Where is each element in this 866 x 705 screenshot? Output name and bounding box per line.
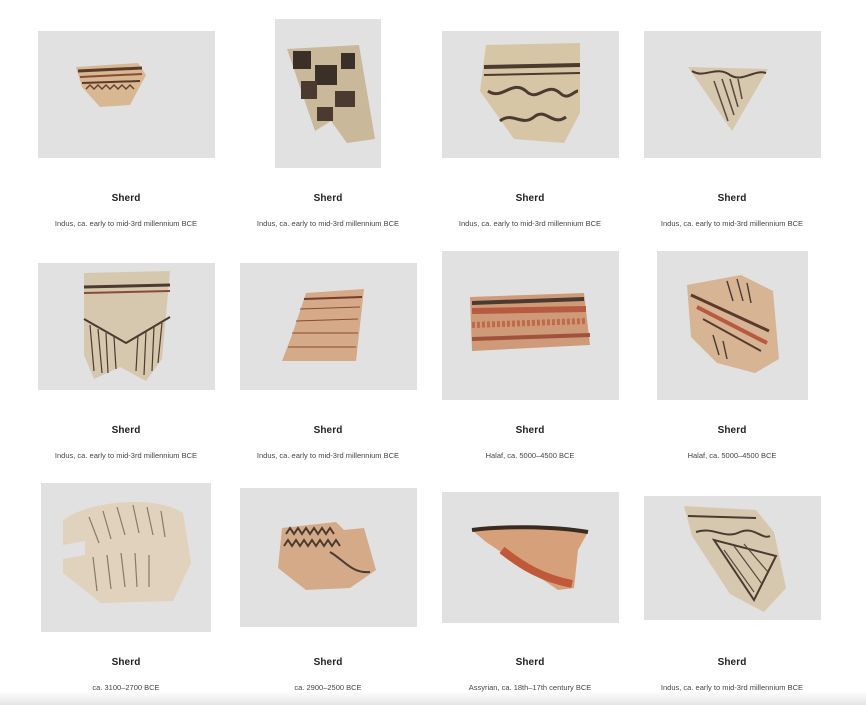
result-meta: Indus, ca. early to mid-3rd millennium B… (458, 219, 602, 228)
result-title[interactable]: Sherd (25, 425, 227, 436)
result-card[interactable]: Sherd Indus, ca. early to mid-3rd millen… (429, 25, 631, 257)
result-meta: Indus, ca. early to mid-3rd millennium B… (256, 451, 400, 460)
result-card[interactable]: Sherd Indus, ca. early to mid-3rd millen… (631, 25, 833, 257)
result-meta: Indus, ca. early to mid-3rd millennium B… (660, 683, 804, 692)
result-meta: Indus, ca. early to mid-3rd millennium B… (54, 451, 198, 460)
sherd-image[interactable] (38, 263, 215, 390)
image-area (25, 483, 227, 649)
result-meta: Indus, ca. early to mid-3rd millennium B… (660, 219, 804, 228)
result-title[interactable]: Sherd (429, 193, 631, 204)
sherd-image-art (470, 293, 591, 351)
sherd-image-art (684, 506, 786, 612)
result-title[interactable]: Sherd (227, 657, 429, 668)
sherd-image-art (83, 271, 171, 381)
result-title[interactable]: Sherd (631, 657, 833, 668)
image-area (227, 488, 429, 649)
image-area (631, 489, 833, 649)
sherd-image[interactable] (442, 492, 619, 623)
sherd-image[interactable] (442, 251, 619, 400)
image-area (25, 25, 227, 185)
result-title[interactable]: Sherd (631, 425, 833, 436)
image-area (429, 489, 631, 649)
sherd-image-art (63, 501, 191, 603)
sherd-image[interactable] (240, 263, 417, 390)
result-card[interactable]: Sherd Indus, ca. early to mid-3rd millen… (25, 25, 227, 257)
sherd-image[interactable] (644, 31, 821, 158)
result-title[interactable]: Sherd (227, 193, 429, 204)
image-area (631, 251, 833, 417)
result-card[interactable]: Sherd Indus, ca. early to mid-3rd millen… (227, 257, 429, 489)
image-area (227, 19, 429, 185)
image-area (25, 257, 227, 417)
sherd-image-art (278, 522, 376, 590)
result-title[interactable]: Sherd (631, 193, 833, 204)
result-title[interactable]: Sherd (25, 193, 227, 204)
result-meta: Indus, ca. early to mid-3rd millennium B… (54, 219, 198, 228)
result-meta: ca. 3100–2700 BCE (92, 683, 160, 692)
sherd-image-art (687, 275, 779, 373)
sherd-image-art (282, 289, 364, 361)
result-title[interactable]: Sherd (227, 425, 429, 436)
sherd-image[interactable] (240, 488, 417, 627)
result-title[interactable]: Sherd (25, 657, 227, 668)
sherd-image[interactable] (41, 483, 211, 632)
result-card[interactable]: Sherd ca. 3100–2700 BCE (25, 483, 227, 705)
result-card[interactable]: Sherd Indus, ca. early to mid-3rd millen… (631, 489, 833, 705)
result-card[interactable]: Sherd Assyrian, ca. 18th–17th century BC… (429, 489, 631, 705)
sherd-image[interactable] (657, 251, 808, 400)
result-card[interactable]: Sherd Halaf, ca. 5000–4500 BCE (631, 251, 833, 489)
image-area (429, 251, 631, 417)
sherd-image[interactable] (275, 19, 381, 168)
sherd-image-art (688, 67, 768, 131)
sherd-image-art (76, 63, 146, 107)
sherd-image[interactable] (644, 496, 821, 620)
result-card[interactable]: Sherd Indus, ca. early to mid-3rd millen… (25, 257, 227, 489)
result-card[interactable]: Sherd Indus, ca. early to mid-3rd millen… (227, 19, 429, 257)
result-meta: Halaf, ca. 5000–4500 BCE (687, 451, 777, 460)
result-meta: Assyrian, ca. 18th–17th century BCE (468, 683, 592, 692)
image-area (429, 25, 631, 185)
result-meta: ca. 2900–2500 BCE (294, 683, 362, 692)
sherd-image-art (287, 45, 375, 143)
image-area (631, 25, 833, 185)
result-title[interactable]: Sherd (429, 657, 631, 668)
sherd-image[interactable] (442, 31, 619, 158)
sherd-image-art (480, 43, 581, 143)
result-meta: Indus, ca. early to mid-3rd millennium B… (256, 219, 400, 228)
sherd-image-art (471, 525, 589, 590)
sherd-image[interactable] (38, 31, 215, 158)
result-card[interactable]: Sherd ca. 2900–2500 BCE (227, 488, 429, 705)
results-grid: Sherd Indus, ca. early to mid-3rd millen… (0, 0, 866, 705)
result-title[interactable]: Sherd (429, 425, 631, 436)
result-meta: Halaf, ca. 5000–4500 BCE (485, 451, 575, 460)
image-area (227, 257, 429, 417)
result-card[interactable]: Sherd Halaf, ca. 5000–4500 BCE (429, 251, 631, 489)
